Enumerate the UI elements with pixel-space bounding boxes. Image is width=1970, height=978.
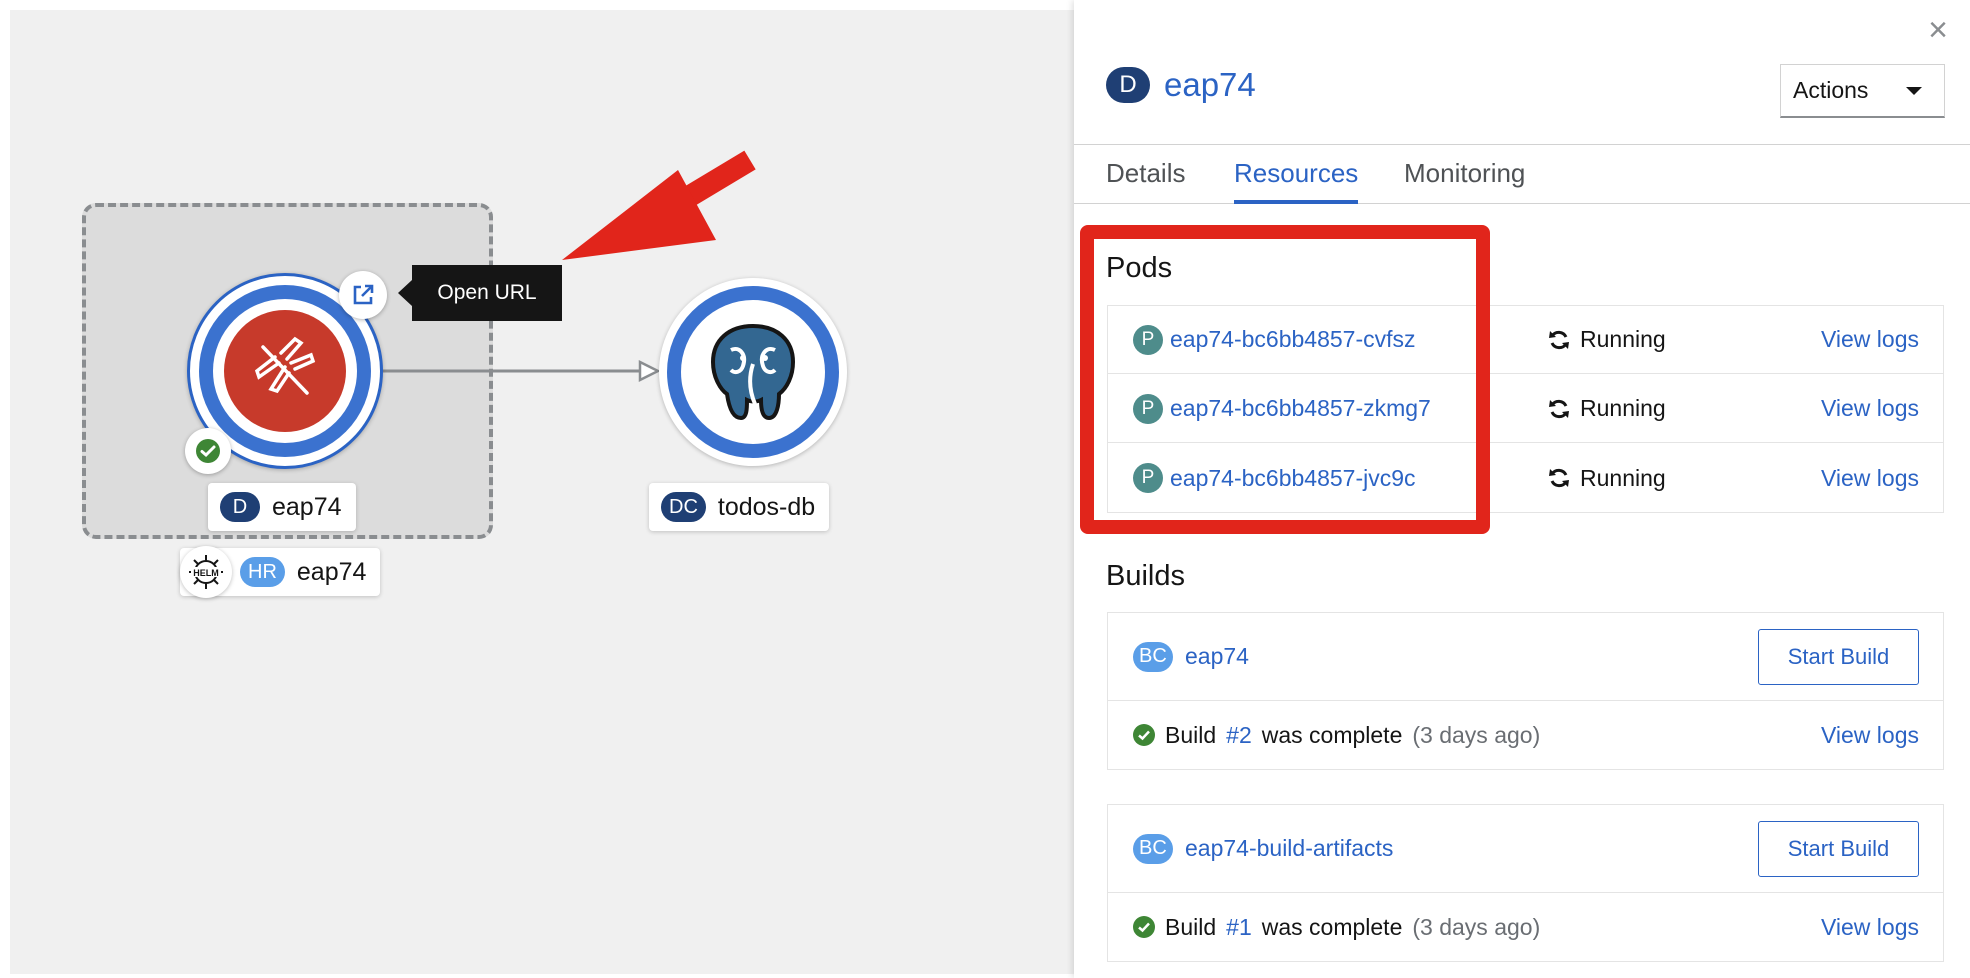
close-panel-button[interactable]: × — [1928, 10, 1948, 50]
sync-icon — [1549, 399, 1569, 418]
pod-status: Running — [1548, 395, 1666, 422]
panel-header: D eap74 — [1106, 66, 1256, 104]
build-config-card: BC eap74-build-artifacts Start Build Bui… — [1107, 804, 1944, 962]
buildconfig-name-link[interactable]: eap74-build-artifacts — [1185, 835, 1393, 862]
annotation-arrow — [562, 150, 756, 260]
build-number-link[interactable]: #1 — [1226, 914, 1252, 941]
close-icon: × — [1928, 11, 1948, 49]
topology-canvas[interactable]: Open URL D eap74 DC todos-db HELM HR eap… — [10, 10, 1074, 974]
build-config-row: BC eap74-build-artifacts Start Build — [1108, 805, 1943, 893]
tab-resources[interactable]: Resources — [1234, 155, 1359, 204]
buildconfig-name-link[interactable]: eap74 — [1185, 643, 1249, 670]
pod-status: Running — [1548, 465, 1666, 492]
panel-title[interactable]: eap74 — [1164, 66, 1256, 104]
build-row: Build #2 was complete (3 days ago) View … — [1108, 701, 1943, 769]
pod-status: Running — [1548, 326, 1666, 353]
tab-monitoring[interactable]: Monitoring — [1404, 155, 1525, 204]
caret-down-icon — [1906, 86, 1922, 95]
buildconfig-badge: BC — [1133, 641, 1173, 672]
buildconfig-badge: BC — [1133, 833, 1173, 864]
deployment-badge: D — [1106, 67, 1150, 103]
view-logs-link[interactable]: View logs — [1821, 395, 1919, 422]
tab-details[interactable]: Details — [1106, 155, 1185, 204]
build-status: Build #1 was complete (3 days ago) — [1133, 914, 1540, 941]
build-number-link[interactable]: #2 — [1226, 722, 1252, 749]
build-config-card: BC eap74 Start Build Build #2 was comple… — [1107, 612, 1944, 770]
start-build-button[interactable]: Start Build — [1758, 628, 1919, 685]
check-circle-icon — [1133, 916, 1155, 938]
view-logs-link[interactable]: View logs — [1821, 465, 1919, 492]
start-build-button[interactable]: Start Build — [1758, 820, 1919, 877]
build-row: Build #1 was complete (3 days ago) View … — [1108, 893, 1943, 961]
build-status: Build #2 was complete (3 days ago) — [1133, 722, 1540, 749]
view-logs-link[interactable]: View logs — [1821, 326, 1919, 353]
panel-tabs: Details Resources Monitoring — [1074, 144, 1970, 204]
view-logs-link[interactable]: View logs — [1821, 722, 1919, 749]
pods-highlight-annotation — [1080, 225, 1490, 534]
sync-icon — [1549, 468, 1569, 488]
builds-section-title: Builds — [1106, 560, 1185, 592]
actions-label: Actions — [1793, 77, 1869, 103]
sync-icon — [1549, 330, 1569, 349]
actions-dropdown[interactable]: Actions — [1780, 64, 1945, 118]
view-logs-link[interactable]: View logs — [1821, 914, 1919, 941]
check-circle-icon — [1133, 724, 1155, 746]
build-config-row: BC eap74 Start Build — [1108, 613, 1943, 701]
